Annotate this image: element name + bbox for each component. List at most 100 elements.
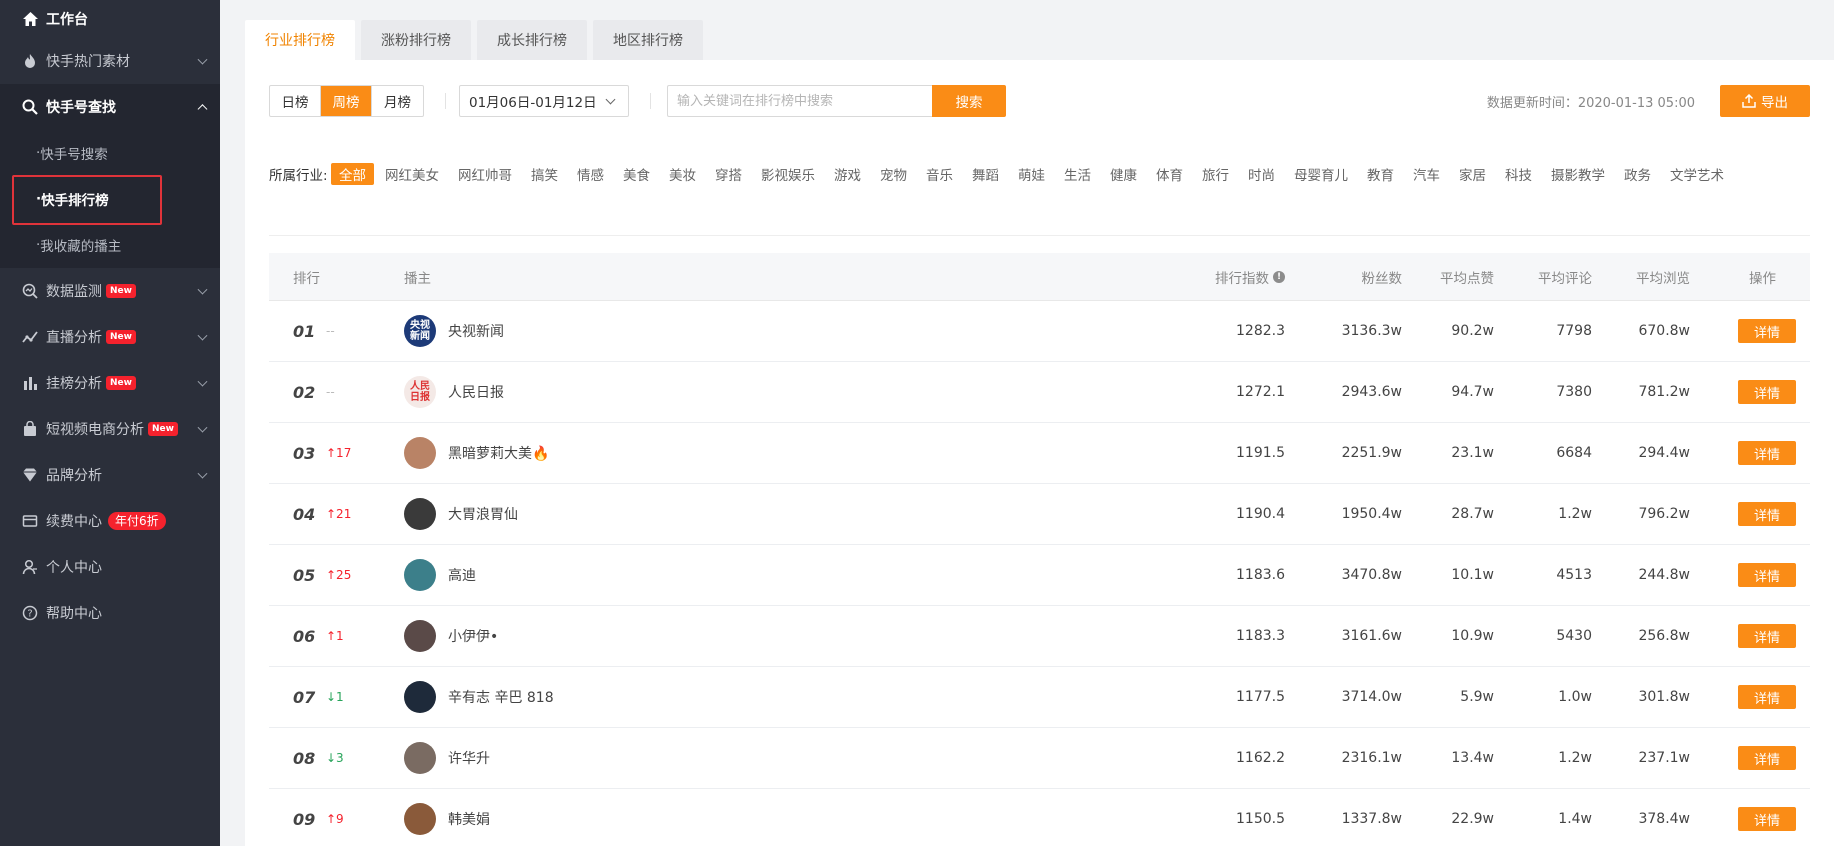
industry-tag[interactable]: 教育 [1359, 163, 1402, 185]
sidebar-subitem-search[interactable]: · 快手号搜索 [0, 130, 220, 176]
industry-tag[interactable]: 时尚 [1240, 163, 1283, 185]
avatar[interactable] [404, 742, 436, 774]
sidebar-item-workbench[interactable]: 工作台 [0, 0, 220, 38]
rank-change: ↓3 [326, 751, 344, 765]
anchor-name[interactable]: 许华升 [448, 748, 490, 768]
avatar[interactable] [404, 681, 436, 713]
sidebar-item-live-analysis[interactable]: 直播分析 New [0, 314, 220, 360]
table-row: 05 ↑25 高迪 1183.6 3470.8w 10.1w 4513 244.8w 详情 [269, 545, 1810, 606]
anchor-cell[interactable]: 大胃浪胃仙 [404, 498, 518, 530]
anchor-cell[interactable]: 高迪 [404, 559, 476, 591]
anchor-cell[interactable]: 黑暗萝莉大美🔥 [404, 437, 549, 469]
detail-button[interactable]: 详情 [1738, 685, 1796, 709]
anchor-name[interactable]: 人民日报 [448, 382, 504, 402]
detail-button[interactable]: 详情 [1738, 746, 1796, 770]
export-button[interactable]: 导出 [1720, 85, 1810, 117]
rank-cell: 04 ↑21 [293, 505, 383, 524]
avatar[interactable]: 央视 新闻 [404, 315, 436, 347]
detail-button[interactable]: 详情 [1738, 319, 1796, 343]
detail-button[interactable]: 详情 [1738, 441, 1796, 465]
industry-tag[interactable]: 游戏 [826, 163, 869, 185]
anchor-cell[interactable]: 人民 日报 人民日报 [404, 376, 504, 408]
anchor-cell[interactable]: 许华升 [404, 742, 490, 774]
avatar[interactable] [404, 498, 436, 530]
industry-filter-label: 所属行业: [269, 168, 328, 184]
anchor-cell[interactable]: 央视 新闻 央视新闻 [404, 315, 504, 347]
anchor-name[interactable]: 黑暗萝莉大美🔥 [448, 443, 549, 463]
anchor-name[interactable]: 高迪 [448, 565, 476, 585]
period-monthly-button[interactable]: 月榜 [372, 86, 423, 116]
sidebar-item-hot-material[interactable]: 快手热门素材 [0, 38, 220, 84]
rank-index: 1150.5 [1236, 811, 1285, 827]
industry-tag[interactable]: 生活 [1056, 163, 1099, 185]
industry-tag[interactable]: 健康 [1102, 163, 1145, 185]
industry-tag[interactable]: 母婴育儿 [1286, 163, 1356, 185]
divider [650, 93, 651, 109]
avatar[interactable] [404, 437, 436, 469]
industry-tag[interactable]: 宠物 [872, 163, 915, 185]
anchor-cell[interactable]: 韩美娟 [404, 803, 490, 835]
tab-growth[interactable]: 成长排行榜 [477, 20, 587, 60]
tab-fans-growth[interactable]: 涨粉排行榜 [361, 20, 471, 60]
industry-tag[interactable]: 影视娱乐 [753, 163, 823, 185]
industry-tag[interactable]: 科技 [1497, 163, 1540, 185]
anchor-name[interactable]: 大胃浪胃仙 [448, 504, 518, 524]
detail-button[interactable]: 详情 [1738, 624, 1796, 648]
anchor-name[interactable]: 辛有志 辛巴 818 [448, 687, 554, 707]
industry-tag[interactable]: 音乐 [918, 163, 961, 185]
industry-tag[interactable]: 家居 [1451, 163, 1494, 185]
search-button[interactable]: 搜索 [932, 85, 1006, 117]
fans-count: 2251.9w [1341, 445, 1402, 461]
sidebar-item-rank-analysis[interactable]: 挂榜分析 New [0, 360, 220, 406]
tab-industry[interactable]: 行业排行榜 [245, 20, 355, 60]
sidebar-item-brand-analysis[interactable]: 品牌分析 [0, 452, 220, 498]
avg-like: 23.1w [1451, 445, 1494, 461]
op-cell: 详情 [1738, 319, 1796, 343]
detail-button[interactable]: 详情 [1738, 807, 1796, 831]
industry-tag[interactable]: 美妆 [661, 163, 704, 185]
industry-tag[interactable]: 网红美女 [377, 163, 447, 185]
sidebar-item-help-center[interactable]: ? 帮助中心 [0, 590, 220, 636]
sidebar-item-personal-center[interactable]: 个人中心 [0, 544, 220, 590]
new-badge: New [106, 284, 136, 298]
search-input[interactable] [667, 85, 932, 117]
industry-tag[interactable]: 摄影教学 [1543, 163, 1613, 185]
industry-tag[interactable]: 搞笑 [523, 163, 566, 185]
sidebar-item-ecommerce[interactable]: 短视频电商分析 New [0, 406, 220, 452]
anchor-name[interactable]: 小伊伊• [448, 626, 498, 646]
period-weekly-button[interactable]: 周榜 [321, 86, 372, 116]
anchor-cell[interactable]: 辛有志 辛巴 818 [404, 681, 554, 713]
table-row: 06 ↑1 小伊伊• 1183.3 3161.6w 10.9w 5430 256.8w 详情 [269, 606, 1810, 667]
industry-tag[interactable]: 文学艺术 [1662, 163, 1732, 185]
sidebar-item-lookup[interactable]: 快手号查找 [0, 84, 220, 130]
industry-tag[interactable]: 情感 [569, 163, 612, 185]
header-avg-view: 平均浏览 [1636, 270, 1690, 287]
date-range-picker[interactable]: 01月06日-01月12日 [459, 85, 629, 117]
tab-region[interactable]: 地区排行榜 [593, 20, 703, 60]
detail-button[interactable]: 详情 [1738, 380, 1796, 404]
industry-tag[interactable]: 汽车 [1405, 163, 1448, 185]
industry-tag[interactable]: 政务 [1616, 163, 1659, 185]
industry-tag[interactable]: 旅行 [1194, 163, 1237, 185]
period-daily-button[interactable]: 日榜 [270, 86, 321, 116]
avatar[interactable] [404, 559, 436, 591]
detail-button[interactable]: 详情 [1738, 502, 1796, 526]
avatar[interactable]: 人民 日报 [404, 376, 436, 408]
industry-tag[interactable]: 美食 [615, 163, 658, 185]
industry-tag[interactable]: 网红帅哥 [450, 163, 520, 185]
info-icon[interactable]: ! [1273, 270, 1285, 283]
avatar[interactable] [404, 803, 436, 835]
industry-tag[interactable]: 穿搭 [707, 163, 750, 185]
industry-tag[interactable]: 全部 [331, 163, 374, 185]
anchor-name[interactable]: 央视新闻 [448, 321, 504, 341]
sidebar-item-renew-center[interactable]: 续费中心 年付6折 [0, 498, 220, 544]
detail-button[interactable]: 详情 [1738, 563, 1796, 587]
avatar[interactable] [404, 620, 436, 652]
industry-tag[interactable]: 舞蹈 [964, 163, 1007, 185]
anchor-name[interactable]: 韩美娟 [448, 809, 490, 829]
industry-tag[interactable]: 体育 [1148, 163, 1191, 185]
sidebar-item-data-monitor[interactable]: 数据监测 New [0, 268, 220, 314]
sidebar-subitem-favorites[interactable]: · 我收藏的播主 [0, 222, 220, 268]
anchor-cell[interactable]: 小伊伊• [404, 620, 498, 652]
industry-tag[interactable]: 萌娃 [1010, 163, 1053, 185]
